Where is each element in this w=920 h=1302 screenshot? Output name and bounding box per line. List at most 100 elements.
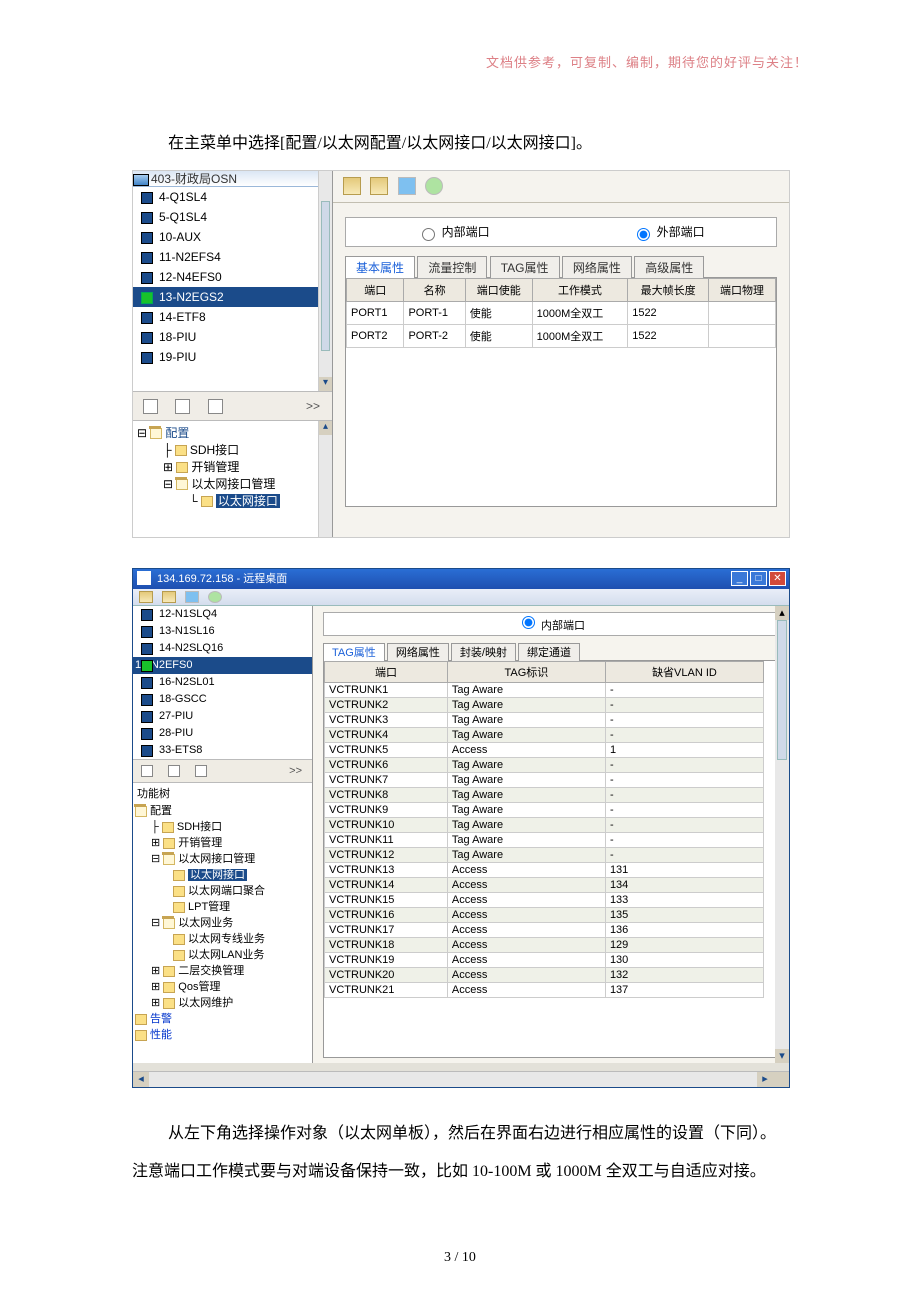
- col-port[interactable]: 端口: [347, 279, 404, 302]
- tree-ethif[interactable]: 以太网接口: [188, 869, 247, 881]
- scroll-up-icon[interactable]: ▴: [319, 421, 332, 435]
- minimize-button[interactable]: _: [731, 571, 748, 586]
- print-icon[interactable]: [398, 177, 416, 195]
- table-row[interactable]: VCTRUNK12Tag Aware-: [325, 848, 764, 863]
- table-row[interactable]: VCTRUNK18Access129: [325, 938, 764, 953]
- table-row[interactable]: VCTRUNK5Access1: [325, 743, 764, 758]
- tree-alarm[interactable]: 告警: [150, 1013, 172, 1025]
- maximize-button[interactable]: □: [750, 571, 767, 586]
- radio-outer-port[interactable]: [637, 228, 650, 241]
- scroll-down-icon[interactable]: ▾: [775, 1049, 779, 1058]
- table-row[interactable]: VCTRUNK15Access133: [325, 893, 764, 908]
- tab-bind[interactable]: 绑定通道: [518, 643, 580, 661]
- tab-tag[interactable]: TAG属性: [323, 643, 385, 661]
- tree-node-ethmgr[interactable]: 以太网接口管理: [191, 477, 275, 491]
- slot-item[interactable]: 19-PIU: [133, 347, 332, 367]
- page-icon[interactable]: [141, 765, 153, 777]
- close-button[interactable]: ✕: [769, 571, 786, 586]
- table-row[interactable]: VCTRUNK3Tag Aware-: [325, 713, 764, 728]
- tab-tag[interactable]: TAG属性: [490, 256, 560, 278]
- slot-item[interactable]: 11-N2EFS4: [133, 247, 332, 267]
- tree-node-config[interactable]: 配置: [165, 426, 189, 440]
- right-arrow-icon[interactable]: [208, 399, 223, 414]
- layout-icon[interactable]: [370, 177, 388, 195]
- resize-grip-icon[interactable]: [773, 1072, 789, 1087]
- table-row[interactable]: VCTRUNK20Access132: [325, 968, 764, 983]
- tree-ethbiz[interactable]: 以太网业务: [178, 917, 233, 929]
- table-row[interactable]: PORT2 PORT-2 使能 1000M全双工 1522: [347, 325, 776, 348]
- slot-item[interactable]: 18-GSCC: [133, 691, 312, 708]
- print-icon[interactable]: [185, 591, 199, 603]
- slot-item[interactable]: 18-PIU: [133, 327, 332, 347]
- expand-button[interactable]: >>: [306, 399, 320, 413]
- table-row[interactable]: VCTRUNK7Tag Aware-: [325, 773, 764, 788]
- slot-item[interactable]: 14-N2SLQ16: [133, 640, 312, 657]
- table-row[interactable]: VCTRUNK11Tag Aware-: [325, 833, 764, 848]
- db-icon[interactable]: [139, 591, 153, 603]
- slot-item[interactable]: 10-AUX: [133, 227, 332, 247]
- tree-overhead[interactable]: 开销管理: [178, 837, 222, 849]
- tree-ethagg[interactable]: 以太网端口聚合: [188, 885, 265, 897]
- col-maxframe[interactable]: 最大帧长度: [628, 279, 709, 302]
- slot-item[interactable]: 12-N1SLQ4: [133, 606, 312, 623]
- slot-item[interactable]: 5-Q1SL4: [133, 207, 332, 227]
- table-row[interactable]: VCTRUNK19Access130: [325, 953, 764, 968]
- slot-item[interactable]: 13-N1SL16: [133, 623, 312, 640]
- table-row[interactable]: VCTRUNK1Tag Aware-: [325, 683, 764, 698]
- table-row[interactable]: VCTRUNK6Tag Aware-: [325, 758, 764, 773]
- right-arrow-icon[interactable]: [195, 765, 207, 777]
- tab-flowctl[interactable]: 流量控制: [417, 256, 487, 278]
- left-arrow-icon[interactable]: [168, 765, 180, 777]
- tab-encap[interactable]: 封装/映射: [451, 643, 516, 661]
- table-row[interactable]: VCTRUNK4Tag Aware-: [325, 728, 764, 743]
- scroll-right-icon[interactable]: ▸: [757, 1072, 773, 1087]
- scroll-left-icon[interactable]: ◂: [133, 1072, 149, 1087]
- tab-advanced[interactable]: 高级属性: [634, 256, 704, 278]
- slot-item[interactable]: 27-PIU: [133, 708, 312, 725]
- scrollbar-horizontal[interactable]: ◂ ▸: [133, 1071, 789, 1087]
- slot-item[interactable]: 15-N2EFS0: [133, 657, 312, 674]
- help-icon[interactable]: [425, 177, 443, 195]
- table-row[interactable]: VCTRUNK17Access136: [325, 923, 764, 938]
- help-icon[interactable]: [208, 591, 222, 603]
- slot-item[interactable]: 12-N4EFS0: [133, 267, 332, 287]
- scrollbar-vertical[interactable]: ▴ ▾: [775, 660, 779, 1058]
- slot-item[interactable]: 33-ETS8: [133, 742, 312, 759]
- tree-sdh[interactable]: SDH接口: [177, 821, 222, 833]
- tree-config[interactable]: 配置: [150, 805, 172, 817]
- tab-network[interactable]: 网络属性: [387, 643, 449, 661]
- table-row[interactable]: VCTRUNK21Access137: [325, 983, 764, 998]
- tab-basic[interactable]: 基本属性: [345, 256, 415, 278]
- col-vlan[interactable]: 缺省VLAN ID: [605, 662, 763, 683]
- radio-inner-port[interactable]: [422, 228, 435, 241]
- col-tag[interactable]: TAG标识: [447, 662, 605, 683]
- tree-qos[interactable]: Qos管理: [178, 981, 220, 993]
- expand-button[interactable]: >>: [289, 765, 302, 777]
- table-row[interactable]: VCTRUNK8Tag Aware-: [325, 788, 764, 803]
- tree-ethmgr[interactable]: 以太网接口管理: [178, 853, 255, 865]
- col-mode[interactable]: 工作模式: [532, 279, 628, 302]
- scrollbar-vertical[interactable]: ▾: [318, 171, 332, 391]
- col-phys[interactable]: 端口物理: [709, 279, 776, 302]
- col-port[interactable]: 端口: [325, 662, 448, 683]
- tree-perf[interactable]: 性能: [150, 1029, 172, 1041]
- tree-scrollbar[interactable]: ▴: [318, 421, 332, 537]
- col-name[interactable]: 名称: [404, 279, 465, 302]
- tree-node-sdh[interactable]: SDH接口: [190, 443, 239, 457]
- tree-ethmaint[interactable]: 以太网维护: [178, 997, 233, 1009]
- slot-item[interactable]: 14-ETF8: [133, 307, 332, 327]
- table-row[interactable]: VCTRUNK10Tag Aware-: [325, 818, 764, 833]
- table-row[interactable]: VCTRUNK14Access134: [325, 878, 764, 893]
- tab-network[interactable]: 网络属性: [562, 256, 632, 278]
- slot-item-selected[interactable]: 13-N2EGS2: [133, 287, 332, 307]
- table-row[interactable]: PORT1 PORT-1 使能 1000M全双工 1522: [347, 302, 776, 325]
- slot-item[interactable]: 4-Q1SL4: [133, 187, 332, 207]
- layout-icon[interactable]: [162, 591, 176, 603]
- left-arrow-icon[interactable]: [175, 399, 190, 414]
- table-row[interactable]: VCTRUNK2Tag Aware-: [325, 698, 764, 713]
- slot-item[interactable]: 28-PIU: [133, 725, 312, 742]
- scroll-down-icon[interactable]: ▾: [319, 377, 332, 391]
- col-enable[interactable]: 端口使能: [465, 279, 532, 302]
- tree-ethlan[interactable]: 以太网LAN业务: [188, 949, 264, 961]
- tree-ethline[interactable]: 以太网专线业务: [188, 933, 265, 945]
